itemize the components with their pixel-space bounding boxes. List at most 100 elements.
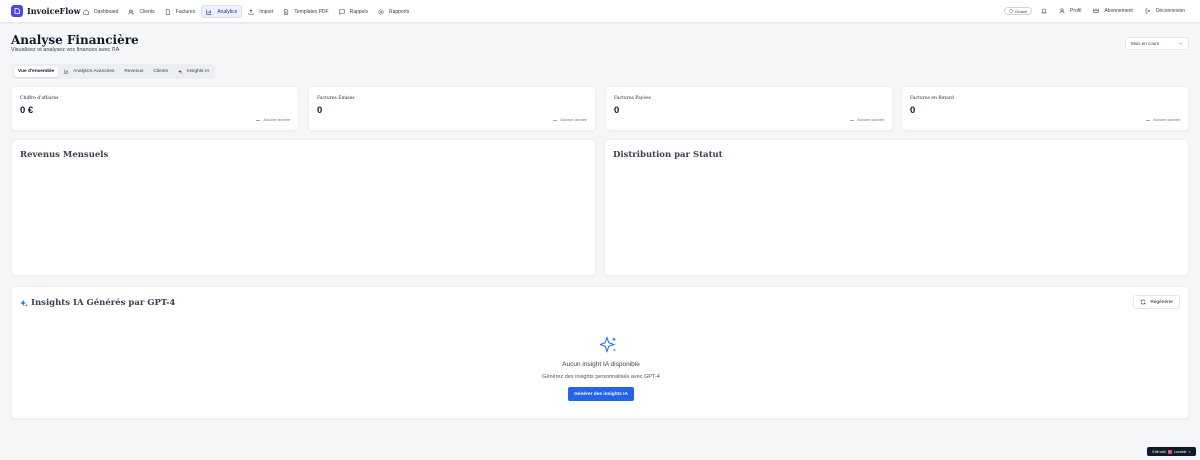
- logout-label: Déconnexion: [1155, 8, 1185, 14]
- profile-link[interactable]: Profil: [1056, 5, 1084, 17]
- notifications-button[interactable]: [1038, 5, 1050, 17]
- nav-label: Clients: [139, 8, 155, 15]
- generate-insights-button[interactable]: Générer des insights IA: [568, 387, 634, 401]
- nav-label: Rappels: [349, 8, 368, 15]
- logout-icon: [1145, 8, 1150, 14]
- user-icon: [1059, 8, 1065, 14]
- user-nav: Gratuit Profil Abonnement Déconnexion: [1004, 5, 1188, 17]
- app-logo[interactable]: InvoiceFlow: [11, 5, 80, 17]
- nav-item-dashboard[interactable]: Dashboard: [79, 5, 122, 18]
- dash-icon: [1146, 119, 1151, 121]
- nav-item-templates-pdf[interactable]: Templates PDF: [279, 5, 332, 18]
- nav-item-clients[interactable]: Clients: [124, 5, 158, 18]
- plan-badge: Gratuit: [1004, 7, 1033, 15]
- tab-revenus[interactable]: Revenus: [120, 66, 147, 77]
- kpi-label: Factures Émises: [317, 96, 355, 101]
- analytics-tabs: Vue d'ensemble Analytics Avancées Revenu…: [12, 64, 216, 79]
- bell-icon: [1041, 8, 1047, 14]
- empty-state-subtitle: Générez des insights personnalisés avec …: [542, 374, 660, 380]
- users-icon: [128, 9, 135, 14]
- kpi-label: Factures Payées: [614, 96, 651, 101]
- empty-state-title: Aucun insight IA disponible: [562, 361, 640, 368]
- nav-label: Import: [259, 8, 274, 15]
- tab-clients[interactable]: Clients: [149, 66, 172, 77]
- message-icon: [338, 9, 345, 15]
- tab-label: Revenus: [124, 69, 144, 74]
- kpi-label: Chiffre d'affaires: [20, 96, 59, 101]
- chart-title: Distribution par Statut: [613, 150, 723, 160]
- tab-overview[interactable]: Vue d'ensemble: [14, 66, 59, 77]
- kpi-trend: Aucune donnée: [850, 118, 884, 122]
- bar-chart-icon: [64, 69, 69, 74]
- nav-item-factures[interactable]: Factures: [161, 5, 199, 18]
- tab-label: Insights IA: [187, 69, 210, 74]
- nav-label: Rapports: [388, 8, 410, 15]
- tab-label: Vue d'ensemble: [18, 69, 55, 74]
- kpi-card-issued: Factures Émises 0 Aucune donnée: [308, 86, 596, 131]
- badge-label: Edit with: [1152, 449, 1166, 454]
- nav-label: Analytics: [217, 8, 238, 15]
- profile-label: Profil: [1070, 8, 1082, 14]
- tab-insights-ia[interactable]: Insights IA: [174, 66, 213, 77]
- home-icon: [83, 8, 89, 15]
- insights-title: Insights IA Générés par GPT-4: [20, 298, 175, 308]
- status-chart-card: Distribution par Statut: [604, 139, 1189, 276]
- crown-icon: [1093, 8, 1100, 13]
- logo-icon: [11, 5, 23, 17]
- file-icon: [165, 8, 170, 15]
- gear-icon: [378, 8, 384, 15]
- tab-advanced-analytics[interactable]: Analytics Avancées: [60, 66, 118, 77]
- nav-label: Templates PDF: [294, 8, 329, 15]
- upload-icon: [248, 8, 254, 14]
- period-select[interactable]: Mois en cours: [1125, 37, 1189, 50]
- dash-icon: [256, 119, 261, 121]
- plan-badge-label: Gratuit: [1015, 8, 1028, 14]
- kpi-value: 0: [910, 105, 916, 116]
- subscription-label: Abonnement: [1104, 8, 1133, 14]
- kpi-trend-label: Aucune donnée: [1153, 118, 1180, 122]
- file-icon: [284, 8, 289, 15]
- regenerate-label: Régénérer: [1150, 299, 1173, 305]
- kpi-card-paid: Factures Payées 0 Aucune donnée: [605, 86, 893, 131]
- logout-button[interactable]: Déconnexion: [1142, 5, 1188, 17]
- revenue-chart-card: Revenus Mensuels: [11, 139, 596, 276]
- app-name: InvoiceFlow: [27, 6, 81, 16]
- kpi-trend: Aucune donnée: [553, 118, 587, 122]
- sparkles-icon: [178, 69, 183, 74]
- subscription-link[interactable]: Abonnement: [1090, 5, 1135, 17]
- nav-label: Factures: [175, 8, 196, 15]
- nav-label: Dashboard: [94, 8, 119, 15]
- chevron-down-icon: [1178, 42, 1183, 45]
- refresh-icon: [1141, 299, 1146, 305]
- nav-item-rappels[interactable]: Rappels: [335, 5, 372, 18]
- kpi-value: 0: [614, 105, 620, 116]
- tab-label: Analytics Avancées: [73, 69, 115, 74]
- bar-chart-icon: [206, 9, 212, 15]
- kpi-label: Factures en Retard: [910, 96, 954, 101]
- kpi-value: 0 €: [20, 105, 34, 116]
- nav-item-rapports[interactable]: Rapports: [374, 5, 413, 18]
- top-navbar: InvoiceFlow Dashboard Clients Factures A…: [0, 0, 1200, 23]
- dash-icon: [553, 119, 558, 121]
- close-icon[interactable]: ×: [1189, 450, 1191, 454]
- nav-item-import[interactable]: Import: [244, 5, 277, 18]
- kpi-trend-label: Aucune donnée: [263, 118, 290, 122]
- lovable-logo-icon: [1167, 449, 1172, 454]
- period-select-value: Mois en cours: [1131, 41, 1160, 46]
- dash-icon: [850, 119, 855, 121]
- kpi-value: 0: [317, 105, 323, 116]
- sparkles-icon: [20, 299, 28, 307]
- kpi-card-revenue: Chiffre d'affaires 0 € Aucune donnée: [11, 86, 299, 131]
- nav-item-analytics[interactable]: Analytics: [201, 5, 243, 18]
- sparkles-icon: [600, 336, 617, 354]
- regenerate-button[interactable]: Régénérer: [1133, 295, 1180, 309]
- kpi-trend-label: Aucune donnée: [560, 118, 587, 122]
- edit-with-lovable-badge[interactable]: Edit with Lovable ×: [1147, 447, 1196, 456]
- kpi-trend: Aucune donnée: [1146, 118, 1180, 122]
- kpi-card-overdue: Factures en Retard 0 Aucune donnée: [901, 86, 1189, 131]
- tab-label: Clients: [153, 69, 169, 74]
- kpi-trend: Aucune donnée: [256, 118, 290, 122]
- main-nav: Dashboard Clients Factures Analytics Imp…: [79, 5, 413, 18]
- ai-insights-card: Insights IA Générés par GPT-4 Régénérer …: [11, 286, 1189, 419]
- page-subtitle: Visualisez et analysez vos finances avec…: [11, 47, 120, 53]
